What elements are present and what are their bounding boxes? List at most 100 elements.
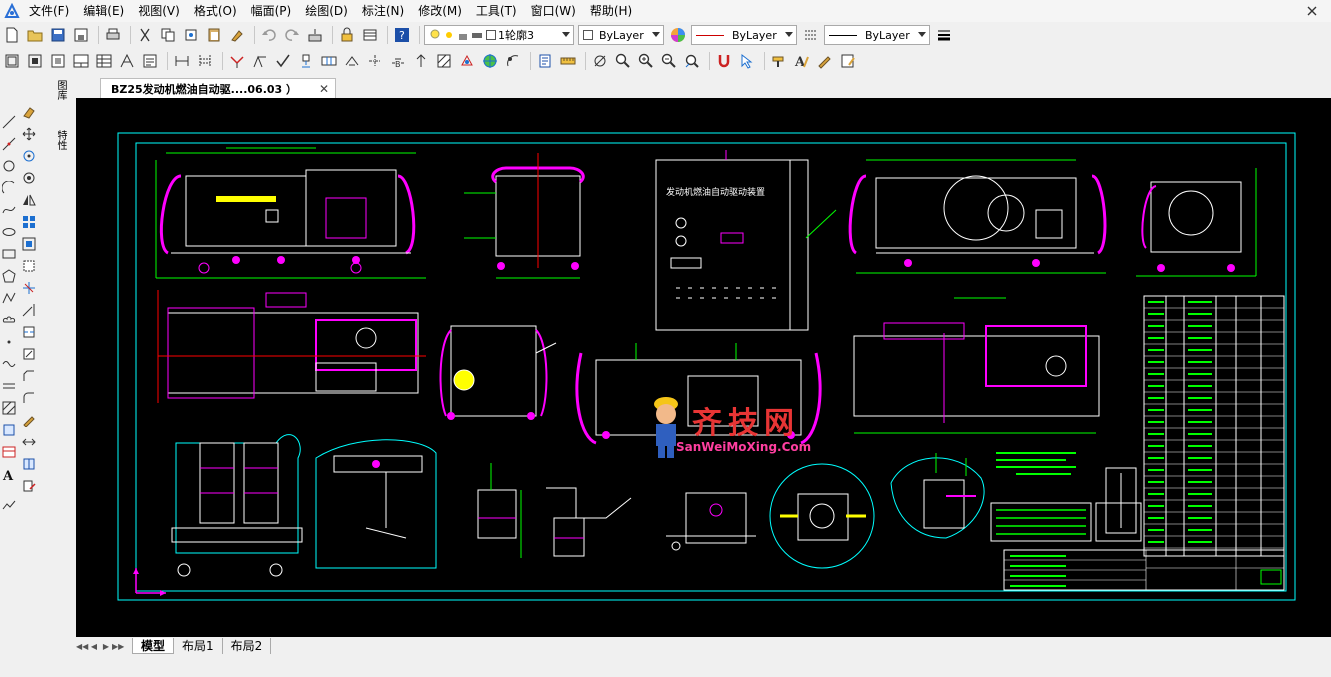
close-tab-icon[interactable]: ✕ bbox=[319, 82, 329, 96]
datum-icon[interactable] bbox=[296, 51, 316, 71]
regen-icon[interactable] bbox=[305, 25, 325, 45]
centerline-icon[interactable] bbox=[365, 51, 385, 71]
zoom-extents-icon[interactable] bbox=[25, 51, 45, 71]
zoom-previous-icon[interactable] bbox=[682, 51, 702, 71]
layer-dropdown[interactable]: 1轮廓3 bbox=[424, 25, 574, 45]
match-properties-icon[interactable] bbox=[227, 25, 247, 45]
cut-line-icon[interactable] bbox=[411, 51, 431, 71]
new-file-icon[interactable] bbox=[2, 25, 22, 45]
color-dropdown[interactable]: ByLayer bbox=[578, 25, 664, 45]
properties-palette-tab[interactable]: 特性 bbox=[52, 130, 66, 150]
spline-icon[interactable] bbox=[1, 202, 17, 218]
polygon-icon[interactable] bbox=[1, 268, 17, 284]
next-tab-icon[interactable]: ▶ bbox=[100, 642, 112, 651]
leader-icon[interactable] bbox=[227, 51, 247, 71]
menu-modify[interactable]: 修改(M) bbox=[411, 0, 469, 22]
zoom-out-icon[interactable] bbox=[659, 51, 679, 71]
format-painter-icon[interactable] bbox=[769, 51, 789, 71]
orbit-icon[interactable] bbox=[590, 51, 610, 71]
menu-help[interactable]: 帮助(H) bbox=[583, 0, 639, 22]
frame-icon[interactable] bbox=[48, 51, 68, 71]
trim-icon[interactable] bbox=[21, 280, 37, 296]
chamfer-icon[interactable] bbox=[21, 368, 37, 384]
arc-icon[interactable] bbox=[1, 180, 17, 196]
table-draw-icon[interactable] bbox=[1, 444, 17, 460]
image-insert-icon[interactable] bbox=[1, 496, 17, 512]
zoom-window-icon[interactable] bbox=[2, 51, 22, 71]
magnet-snap-icon[interactable] bbox=[714, 51, 734, 71]
tab-layout1[interactable]: 布局1 bbox=[174, 638, 223, 654]
menu-dimension[interactable]: 标注(N) bbox=[355, 0, 411, 22]
lengthen-icon[interactable] bbox=[21, 434, 37, 450]
rotate-icon[interactable] bbox=[21, 148, 37, 164]
lineweight-settings-icon[interactable] bbox=[934, 25, 954, 45]
menu-tools[interactable]: 工具(T) bbox=[469, 0, 524, 22]
tab-layout2[interactable]: 布局2 bbox=[223, 638, 272, 654]
linetype-dropdown[interactable]: ByLayer bbox=[691, 25, 797, 45]
linear-dimension-icon[interactable] bbox=[172, 51, 192, 71]
zoom-in-icon[interactable] bbox=[636, 51, 656, 71]
help-icon[interactable]: ? bbox=[392, 25, 412, 45]
ellipse-icon[interactable] bbox=[1, 224, 17, 240]
app-logo-icon[interactable] bbox=[2, 1, 22, 21]
tab-model[interactable]: 模型 bbox=[132, 638, 175, 654]
cut-icon[interactable] bbox=[135, 25, 155, 45]
menu-view[interactable]: 视图(V) bbox=[131, 0, 187, 22]
multiline-text-icon[interactable]: A bbox=[1, 466, 17, 482]
menu-format[interactable]: 格式(O) bbox=[187, 0, 244, 22]
block-edit-icon[interactable] bbox=[21, 478, 37, 494]
save-icon[interactable] bbox=[48, 25, 68, 45]
last-tab-icon[interactable]: ▶▶ bbox=[112, 642, 124, 651]
document-tab[interactable]: BZ25发动机燃油自动驱....06.03 ） ✕ bbox=[100, 78, 336, 98]
double-line-icon[interactable] bbox=[1, 378, 17, 394]
array-icon[interactable] bbox=[21, 214, 37, 230]
move-icon[interactable] bbox=[21, 126, 37, 142]
circle-icon[interactable] bbox=[1, 158, 17, 174]
rectangle-icon[interactable] bbox=[1, 246, 17, 262]
menu-window[interactable]: 窗口(W) bbox=[524, 0, 583, 22]
join-icon[interactable] bbox=[21, 346, 37, 362]
break-icon[interactable] bbox=[21, 324, 37, 340]
hatch-icon[interactable] bbox=[434, 51, 454, 71]
revision-cloud-icon[interactable] bbox=[1, 312, 17, 328]
baseline-dimension-icon[interactable] bbox=[195, 51, 215, 71]
print-icon[interactable] bbox=[103, 25, 123, 45]
open-file-icon[interactable] bbox=[25, 25, 45, 45]
text-style-icon[interactable]: A bbox=[792, 51, 812, 71]
redo-icon[interactable] bbox=[282, 25, 302, 45]
construction-line-icon[interactable] bbox=[1, 136, 17, 152]
edit-pen-icon[interactable] bbox=[21, 412, 37, 428]
mirror-icon[interactable] bbox=[21, 192, 37, 208]
menu-file[interactable]: 文件(F) bbox=[22, 0, 76, 22]
stretch-icon[interactable] bbox=[21, 258, 37, 274]
table-icon[interactable] bbox=[94, 51, 114, 71]
edit-text-icon[interactable] bbox=[815, 51, 835, 71]
notes-icon[interactable] bbox=[838, 51, 858, 71]
fillet-icon[interactable] bbox=[21, 390, 37, 406]
block-insert-icon[interactable] bbox=[1, 422, 17, 438]
explode-icon[interactable] bbox=[21, 456, 37, 472]
select-pointer-icon[interactable] bbox=[737, 51, 757, 71]
menu-edit[interactable]: 编辑(E) bbox=[76, 0, 131, 22]
checkmark-roughness-icon[interactable] bbox=[273, 51, 293, 71]
weld-symbol-icon[interactable] bbox=[342, 51, 362, 71]
bom-icon[interactable] bbox=[117, 51, 137, 71]
first-tab-icon[interactable]: ◀◀ bbox=[76, 642, 88, 651]
lineweight-dropdown[interactable]: ByLayer bbox=[824, 25, 930, 45]
title-block-icon[interactable] bbox=[71, 51, 91, 71]
arc-dimension-icon[interactable] bbox=[503, 51, 523, 71]
wave-line-icon[interactable] bbox=[1, 356, 17, 372]
hatch-boundary-icon[interactable] bbox=[1, 400, 17, 416]
line-icon[interactable] bbox=[1, 114, 17, 130]
scale-icon[interactable] bbox=[21, 170, 37, 186]
linetype-manager-icon[interactable] bbox=[801, 25, 821, 45]
color-wheel-icon[interactable] bbox=[668, 25, 688, 45]
symmetry-icon[interactable]: B bbox=[388, 51, 408, 71]
undo-icon[interactable] bbox=[259, 25, 279, 45]
extend-icon[interactable] bbox=[21, 302, 37, 318]
paste-icon[interactable] bbox=[204, 25, 224, 45]
layer-lock-icon[interactable] bbox=[337, 25, 357, 45]
polyline-icon[interactable] bbox=[1, 290, 17, 306]
save-as-icon[interactable] bbox=[71, 25, 91, 45]
point-icon[interactable] bbox=[1, 334, 17, 350]
